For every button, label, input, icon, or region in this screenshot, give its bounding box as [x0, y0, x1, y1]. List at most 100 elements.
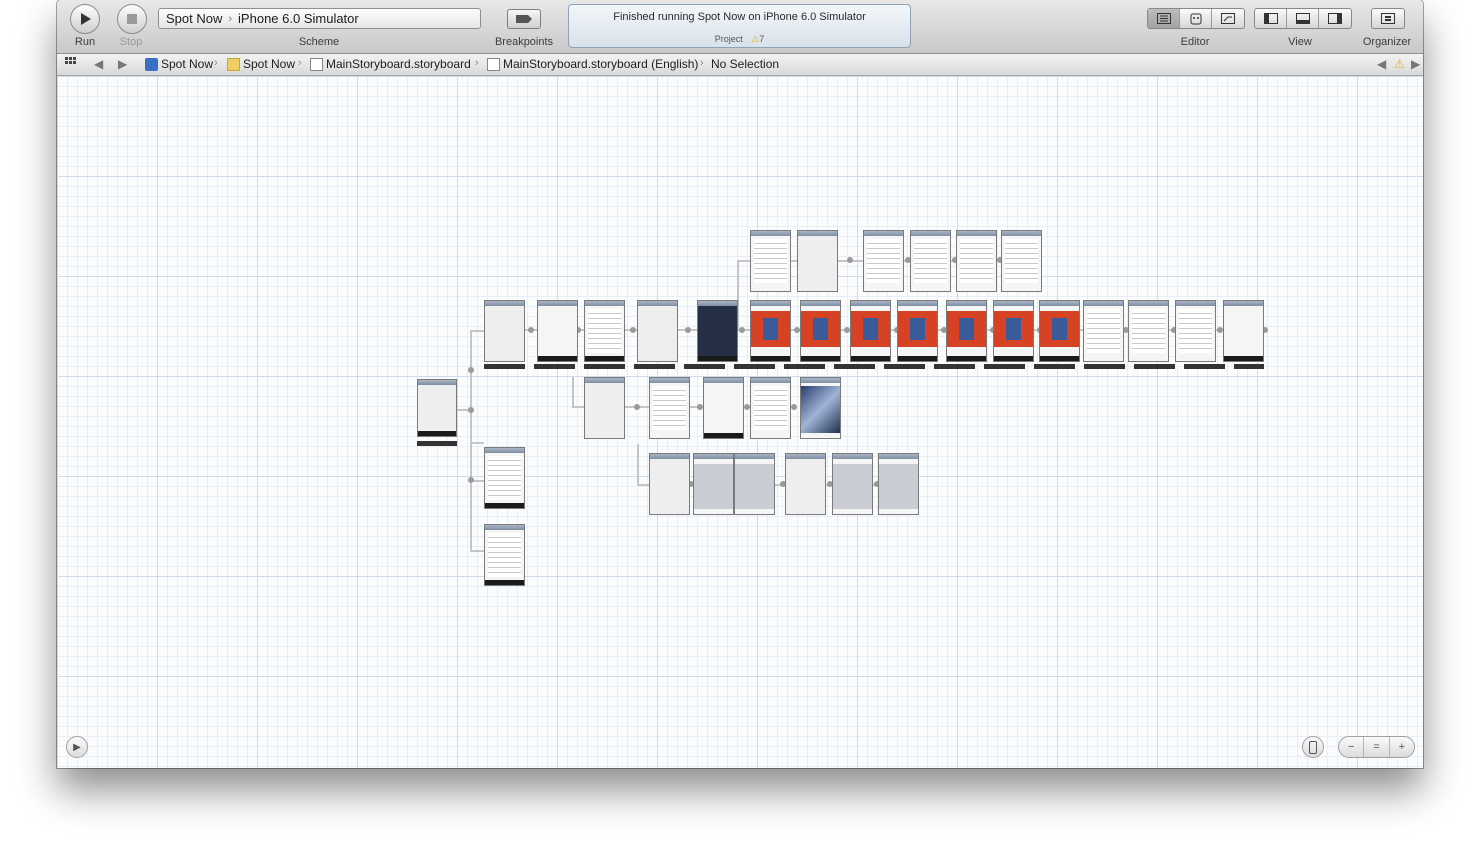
view-controller-scene[interactable]: [878, 453, 919, 515]
jump-item-label: No Selection: [711, 57, 780, 71]
next-issue-button[interactable]: ▶: [1411, 57, 1420, 71]
view-controller-scene[interactable]: [703, 377, 744, 439]
scheme-popup[interactable]: Spot Now › iPhone 6.0 Simulator: [158, 8, 481, 29]
view-controller-scene[interactable]: [800, 377, 841, 439]
device-toggle-button[interactable]: [1302, 736, 1324, 758]
jump-item-project[interactable]: Spot Now: [145, 57, 213, 71]
utilities-toggle[interactable]: [1319, 9, 1351, 28]
jump-item-storyboard[interactable]: MainStoryboard.storyboard: [310, 57, 471, 71]
iphone-icon: [1309, 740, 1317, 754]
zoom-fit-button[interactable]: =: [1364, 737, 1390, 757]
project-icon: [145, 57, 158, 71]
view-controller-scene[interactable]: [897, 300, 938, 362]
run-button[interactable]: [70, 4, 100, 34]
back-button[interactable]: ◀: [94, 57, 103, 71]
document-outline-button[interactable]: ▶: [66, 736, 88, 758]
segue-dot[interactable]: [634, 404, 640, 410]
segue-dot[interactable]: [468, 367, 474, 373]
view-controller-scene[interactable]: [750, 230, 791, 292]
version-editor-button[interactable]: [1212, 9, 1244, 28]
storyboard-file-icon: [310, 57, 323, 71]
view-controller-scene[interactable]: [1039, 300, 1080, 362]
view-controller-scene[interactable]: [832, 453, 873, 515]
view-controller-scene[interactable]: [734, 453, 775, 515]
view-controller-scene[interactable]: [484, 524, 525, 586]
navigation-controller-scene[interactable]: [785, 453, 826, 515]
view-controller-scene[interactable]: [800, 300, 841, 362]
view-controller-scene[interactable]: [693, 453, 734, 515]
toolbar: Run Stop Spot Now › iPhone 6.0 Simulator…: [57, 0, 1423, 54]
assistant-editor-button[interactable]: [1180, 9, 1212, 28]
segue-line: [572, 377, 574, 407]
segue-dot[interactable]: [468, 477, 474, 483]
navigation-controller-scene[interactable]: [797, 230, 838, 292]
activity-message: Finished running Spot Now on iPhone 6.0 …: [613, 11, 866, 23]
segue-dot[interactable]: [791, 404, 797, 410]
tab-bar-controller-scene[interactable]: [417, 379, 457, 437]
segue-line: [637, 444, 639, 486]
segue-dot[interactable]: [468, 407, 474, 413]
view-controller-scene[interactable]: [993, 300, 1034, 362]
stop-button[interactable]: [117, 4, 147, 34]
organizer-button[interactable]: [1371, 8, 1405, 29]
segue-dot[interactable]: [685, 327, 691, 333]
storyboard-canvas[interactable]: ▶ − = +: [57, 76, 1423, 768]
view-controller-scene[interactable]: [1083, 300, 1124, 362]
view-controller-scene[interactable]: [850, 300, 891, 362]
issue-warning-button[interactable]: ⚠: [1394, 57, 1405, 71]
previous-issue-button[interactable]: ◀: [1377, 57, 1386, 71]
xcode-window: Run Stop Spot Now › iPhone 6.0 Simulator…: [57, 0, 1423, 768]
breakpoints-label: Breakpoints: [494, 36, 554, 48]
view-controller-scene[interactable]: [946, 300, 987, 362]
jump-item-localized-storyboard[interactable]: MainStoryboard.storyboard (English): [487, 57, 698, 71]
navigation-controller-scene[interactable]: [484, 300, 525, 362]
jump-item-label: MainStoryboard.storyboard: [326, 57, 471, 71]
view-controller-scene[interactable]: [484, 447, 525, 509]
warning-icon: ⚠: [1394, 57, 1405, 71]
view-controller-scene[interactable]: [750, 300, 791, 362]
scene-captions: [484, 364, 1264, 369]
chevron-right-icon: ›: [700, 57, 704, 69]
view-controller-scene[interactable]: [1001, 230, 1042, 292]
jump-item-selection[interactable]: No Selection: [711, 57, 779, 71]
zoom-out-button[interactable]: −: [1339, 737, 1365, 757]
forward-arrow-icon: ▶: [118, 57, 128, 71]
segue-dot[interactable]: [528, 327, 534, 333]
related-items-button[interactable]: [65, 57, 76, 67]
navigation-controller-scene[interactable]: [649, 453, 690, 515]
navigation-controller-scene[interactable]: [637, 300, 678, 362]
view-controller-scene[interactable]: [584, 300, 625, 362]
jump-item-folder[interactable]: Spot Now: [227, 57, 295, 71]
view-controller-scene[interactable]: [697, 300, 738, 362]
zoom-in-button[interactable]: +: [1390, 737, 1414, 757]
view-controller-scene[interactable]: [1223, 300, 1264, 362]
segue-dot[interactable]: [630, 327, 636, 333]
storyboard-file-icon: [487, 57, 500, 71]
view-controller-scene[interactable]: [649, 377, 690, 439]
back-arrow-icon: ◀: [94, 57, 104, 71]
version-editor-icon: [1221, 13, 1235, 24]
view-controller-scene[interactable]: [863, 230, 904, 292]
view-controller-scene[interactable]: [750, 377, 791, 439]
next-arrow-icon: ▶: [1411, 57, 1421, 71]
scene-caption: [417, 441, 457, 446]
breakpoints-button[interactable]: [507, 9, 541, 29]
document-outline-icon: ▶: [73, 741, 81, 753]
left-panel-icon: [1263, 13, 1278, 24]
view-controller-scene[interactable]: [1175, 300, 1216, 362]
segue-dot[interactable]: [847, 257, 853, 263]
view-controller-scene[interactable]: [1128, 300, 1169, 362]
forward-button[interactable]: ▶: [118, 57, 127, 71]
zoom-fit-icon: =: [1373, 741, 1380, 753]
stop-icon: [127, 14, 137, 24]
organizer-icon: [1381, 13, 1395, 24]
view-controller-scene[interactable]: [910, 230, 951, 292]
view-controller-scene[interactable]: [956, 230, 997, 292]
view-controller-scene[interactable]: [537, 300, 578, 362]
standard-editor-button[interactable]: [1148, 9, 1180, 28]
navigation-controller-scene[interactable]: [584, 377, 625, 439]
segue-dot[interactable]: [739, 327, 745, 333]
navigator-toggle[interactable]: [1255, 9, 1287, 28]
activity-project[interactable]: Project ⚠7: [569, 34, 910, 45]
debug-area-toggle[interactable]: [1287, 9, 1319, 28]
